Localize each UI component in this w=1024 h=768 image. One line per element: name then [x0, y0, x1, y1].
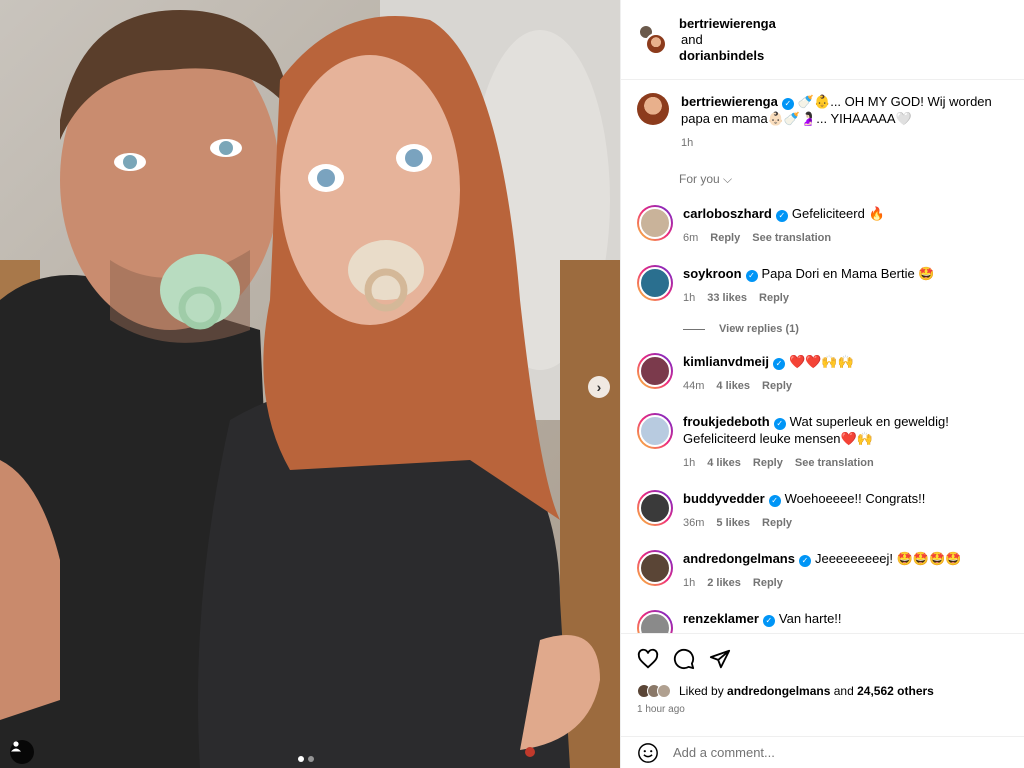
verified-badge-icon: ✓ [798, 555, 811, 567]
post-photo[interactable]: › [0, 0, 620, 768]
liked-by-user[interactable]: andredongelmans [727, 684, 830, 698]
carousel-dot [298, 756, 304, 762]
next-photo-button[interactable]: › [588, 376, 610, 398]
avatar [645, 32, 667, 55]
comment-item: carloboszhard ✓ Gefeliciteerd 🔥 6m Reply S… [621, 205, 1024, 247]
comment-time: 1h [683, 457, 696, 469]
comment-likes[interactable]: 5 likes [716, 515, 750, 532]
liked-by-middle: and [833, 684, 854, 698]
verified-badge-icon: ✓ [762, 615, 775, 627]
reply-button[interactable]: Reply [753, 575, 783, 592]
comment-item: renzeklamer✓Van harte!! 28m Reply [621, 610, 1024, 633]
comment-item: froukjedeboth ✓ Wat superleuk en geweldig!… [621, 413, 1024, 472]
caption-time: 1h [681, 137, 694, 149]
heart-icon[interactable] [637, 648, 659, 670]
avatar[interactable] [637, 93, 669, 125]
comment-text: Van harte!! [778, 611, 842, 626]
comment-sort-dropdown[interactable]: For you ⌵ [679, 172, 1024, 187]
caption-username[interactable]: bertriewierenga [681, 94, 778, 109]
comment-username[interactable]: kimlianvdmeij [683, 354, 769, 369]
comment-item: buddyvedder ✓ Woehoeeee!! Congrats!! 36m 5… [621, 490, 1024, 532]
comment-username[interactable]: buddyvedder [683, 491, 765, 506]
reply-button[interactable]: Reply [762, 378, 792, 395]
comment-likes[interactable]: 4 likes [707, 455, 741, 472]
avatar[interactable] [637, 413, 673, 449]
post-time: 1 hour ago [637, 704, 685, 715]
comment-text: Woehoeeee!! Congrats!! [784, 491, 926, 506]
user-tag-icon [11, 741, 21, 752]
avatar[interactable] [637, 490, 673, 526]
verified-badge-icon: ✓ [775, 210, 788, 222]
verified-badge-icon: ✓ [773, 418, 786, 430]
avatar[interactable] [637, 610, 673, 633]
post-header: bertriewierenga and dorianbindels [621, 0, 1024, 80]
comment-text: Jeeeeeeeeej! 🤩🤩🤩🤩 [814, 551, 962, 566]
divider [683, 328, 705, 330]
author-username[interactable]: dorianbindels [679, 48, 776, 64]
carousel-dots [298, 756, 314, 762]
verified-badge-icon: ✓ [768, 495, 781, 507]
comment-time: 1h [683, 577, 696, 589]
verified-badge-icon: ✓ [781, 98, 794, 110]
liker-avatars [637, 684, 671, 698]
comment-item: soykroon ✓ Papa Dori en Mama Bertie 🤩 1h 3… [621, 265, 1024, 307]
comment-text: ❤️❤️🙌🙌 [788, 354, 854, 369]
author-username[interactable]: bertriewierenga [679, 16, 776, 32]
avatar[interactable] [637, 265, 673, 301]
liked-by-prefix: Liked by [679, 684, 724, 698]
post-caption: bertriewierenga ✓ 🍼👶... OH MY GOD! Wij wor… [621, 81, 1024, 152]
share-icon[interactable] [709, 648, 731, 670]
post-side-panel: bertriewierenga and dorianbindels bertri… [620, 0, 1024, 768]
view-replies-button[interactable]: View replies (1) [683, 323, 1024, 335]
comment-time: 44m [683, 380, 705, 392]
comment-item: andredongelmans ✓ Jeeeeeeeeej! 🤩🤩🤩🤩 1h 2 l… [621, 550, 1024, 592]
add-comment-bar [621, 736, 1024, 768]
likes-summary: Liked by andredongelmans and 24,562 othe… [637, 684, 1009, 698]
emoji-icon[interactable] [637, 742, 659, 764]
add-comment-input[interactable] [673, 745, 1009, 760]
post-actions: Liked by andredongelmans and 24,562 othe… [621, 633, 1024, 715]
reply-button[interactable]: Reply [762, 515, 792, 532]
comment-icon[interactable] [673, 648, 695, 670]
comment-text: Gefeliciteerd 🔥 [791, 206, 885, 221]
comment-username[interactable]: froukjedeboth [683, 414, 770, 429]
tagged-users-button[interactable] [10, 740, 34, 764]
comment-likes[interactable]: 2 likes [707, 575, 741, 592]
verified-badge-icon: ✓ [745, 270, 758, 282]
comment-username[interactable]: carloboszhard [683, 206, 772, 221]
comment-time: 36m [683, 517, 705, 529]
comments-list[interactable]: bertriewierenga ✓ 🍼👶... OH MY GOD! Wij wor… [621, 81, 1024, 633]
comment-time: 1h [683, 292, 696, 304]
collab-authors: bertriewierenga and dorianbindels [679, 16, 776, 64]
comment-username[interactable]: soykroon [683, 266, 742, 281]
avatar [657, 684, 671, 698]
author-separator: and [681, 31, 703, 47]
collab-avatars[interactable] [637, 23, 669, 57]
comment-likes[interactable]: 4 likes [716, 378, 750, 395]
reply-button[interactable]: Reply [759, 290, 789, 307]
see-translation-link[interactable]: See translation [795, 455, 874, 472]
chevron-right-icon: › [596, 379, 602, 395]
reply-button[interactable]: Reply [710, 230, 740, 247]
comment-items: carloboszhard ✓ Gefeliciteerd 🔥 6m Reply S… [621, 205, 1024, 633]
comment-likes[interactable]: 33 likes [707, 290, 747, 307]
comment-username[interactable]: andredongelmans [683, 551, 795, 566]
avatar[interactable] [637, 550, 673, 586]
avatar[interactable] [637, 353, 673, 389]
comment-text: Papa Dori en Mama Bertie 🤩 [761, 266, 935, 281]
see-translation-link[interactable]: See translation [752, 230, 831, 247]
verified-badge-icon: ✓ [772, 358, 785, 370]
comment-time: 6m [683, 232, 699, 244]
comment-username[interactable]: renzeklamer [683, 611, 759, 626]
view-replies-label: View replies (1) [719, 323, 799, 335]
reply-button[interactable]: Reply [753, 455, 783, 472]
comment-item: kimlianvdmeij ✓ ❤️❤️🙌🙌 44m 4 likes Reply [621, 353, 1024, 395]
avatar[interactable] [637, 205, 673, 241]
carousel-dot [308, 756, 314, 762]
couple-photo-illustration [0, 0, 620, 768]
likes-count[interactable]: 24,562 others [857, 684, 934, 698]
